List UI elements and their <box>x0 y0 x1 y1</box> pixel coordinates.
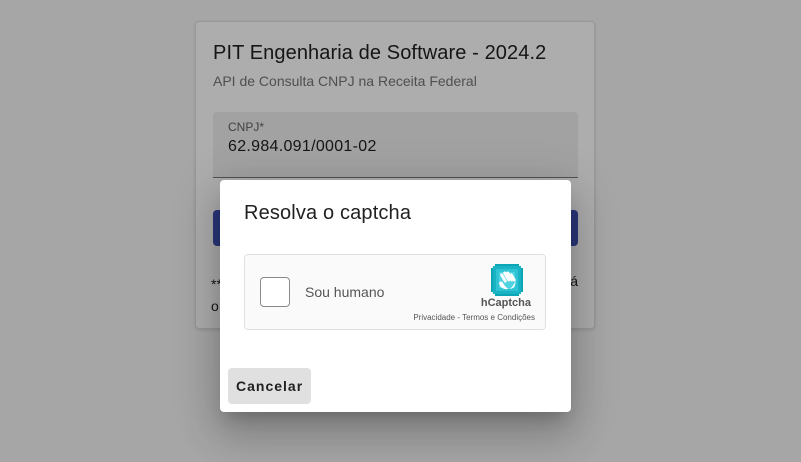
cancel-button[interactable]: Cancelar <box>228 368 312 404</box>
captcha-checkbox[interactable] <box>260 277 290 307</box>
captcha-dialog: Resolva o captcha Sou humano hCaptcha Pr… <box>220 180 571 412</box>
captcha-label: Sou humano <box>305 284 385 300</box>
hcaptcha-brand: hCaptcha <box>480 297 531 309</box>
hcaptcha-hand-icon <box>491 264 523 296</box>
captcha-legal-links[interactable]: Privacidade - Termos e Condições <box>413 313 535 322</box>
dialog-title: Resolva o captcha <box>244 202 412 224</box>
hcaptcha-widget: Sou humano hCaptcha Privacidade - Termos… <box>244 254 546 330</box>
